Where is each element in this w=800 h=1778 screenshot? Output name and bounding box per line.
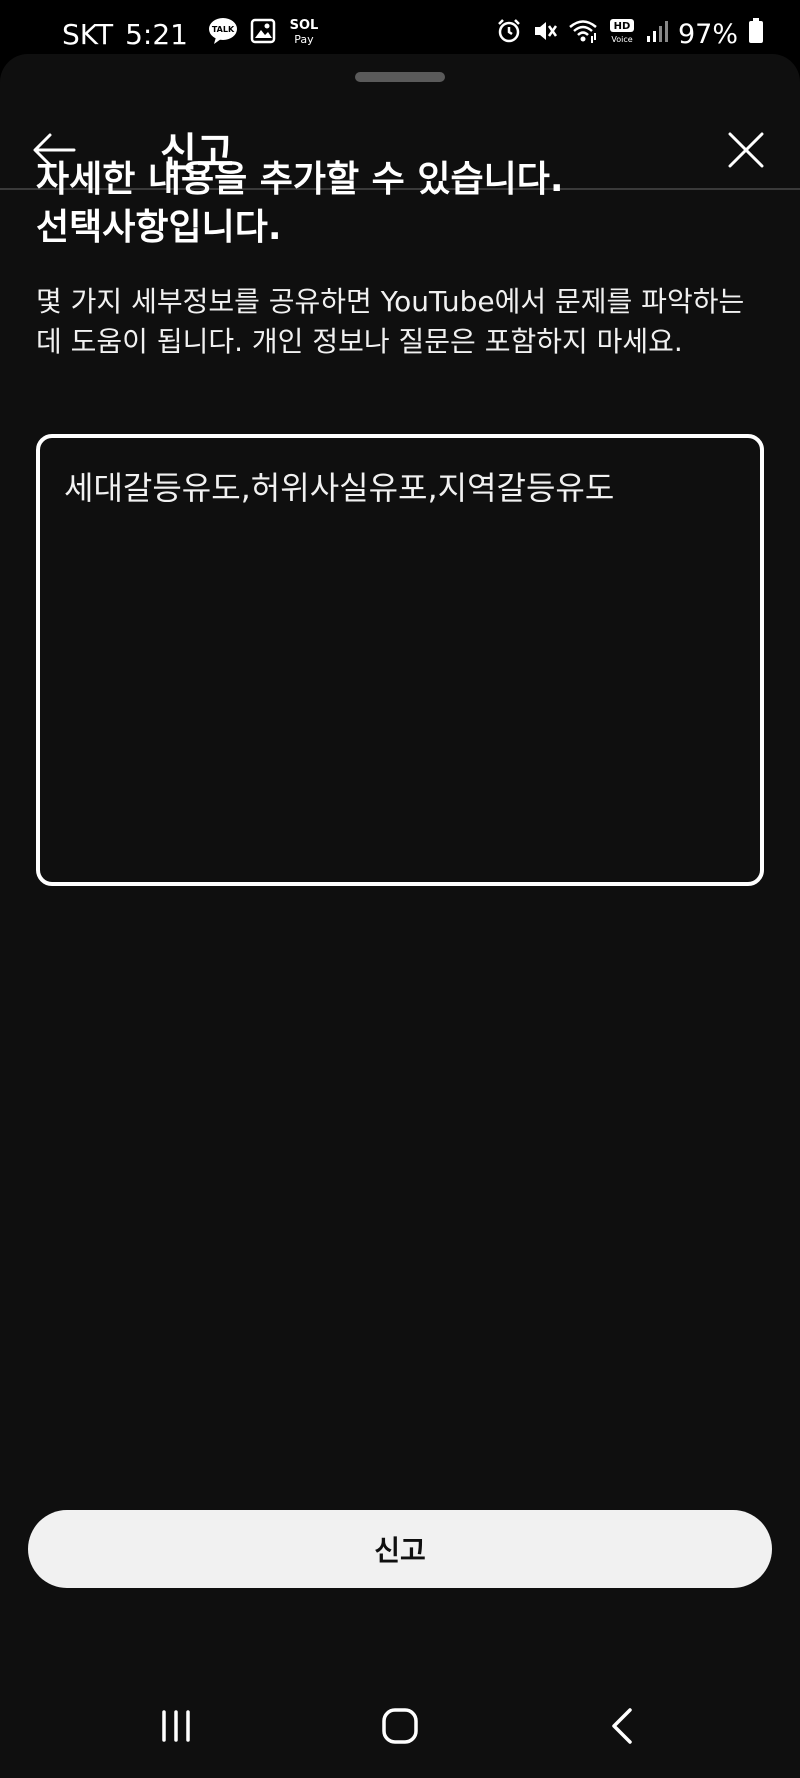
recents-button[interactable]: [146, 1696, 206, 1756]
battery-icon: [748, 17, 764, 51]
content-area: 자세한 내용을 추가할 수 있습니다. 선택사항입니다. 몇 가지 세부정보를 …: [36, 156, 764, 362]
navigation-bar: [0, 1668, 800, 1778]
battery-label: 97%: [677, 18, 738, 50]
home-icon: [382, 1708, 418, 1744]
hd-voice-icon: HD Voice: [608, 18, 636, 51]
alarm-icon: [496, 18, 522, 51]
sol-pay-icon-sublabel: Pay: [294, 33, 314, 46]
wifi-icon: [568, 18, 598, 51]
recents-icon: [162, 1710, 190, 1742]
details-input-box[interactable]: [36, 434, 764, 886]
nav-back-button[interactable]: [594, 1696, 654, 1756]
signal-icon: [646, 19, 668, 50]
back-icon: [612, 1708, 632, 1744]
status-right: HD Voice 97%: [496, 16, 764, 52]
submit-report-button[interactable]: 신고: [28, 1510, 772, 1588]
status-bar: SKT 5:21 TALK SOL Pay HD Voice 97%: [0, 0, 800, 56]
details-input[interactable]: [64, 466, 736, 854]
sol-pay-icon-label: SOL: [290, 18, 319, 33]
home-button[interactable]: [370, 1696, 430, 1756]
talk-icon: TALK: [208, 17, 238, 52]
talk-icon-label: TALK: [212, 25, 235, 34]
hd-voice-icon-label: HD: [614, 21, 631, 32]
carrier-label: SKT: [62, 17, 114, 51]
status-left: SKT 5:21 TALK SOL Pay: [62, 16, 320, 52]
section-heading: 자세한 내용을 추가할 수 있습니다. 선택사항입니다.: [36, 159, 564, 248]
drag-handle[interactable]: [355, 72, 445, 82]
section-description: 몇 가지 세부정보를 공유하면 YouTube에서 문제를 파악하는 데 도움이…: [36, 285, 745, 358]
clock: 5:21: [125, 17, 188, 51]
mute-icon: [532, 18, 558, 51]
sol-pay-icon: SOL Pay: [288, 16, 320, 53]
gallery-icon: [250, 18, 276, 51]
hd-voice-icon-sublabel: Voice: [611, 35, 632, 44]
